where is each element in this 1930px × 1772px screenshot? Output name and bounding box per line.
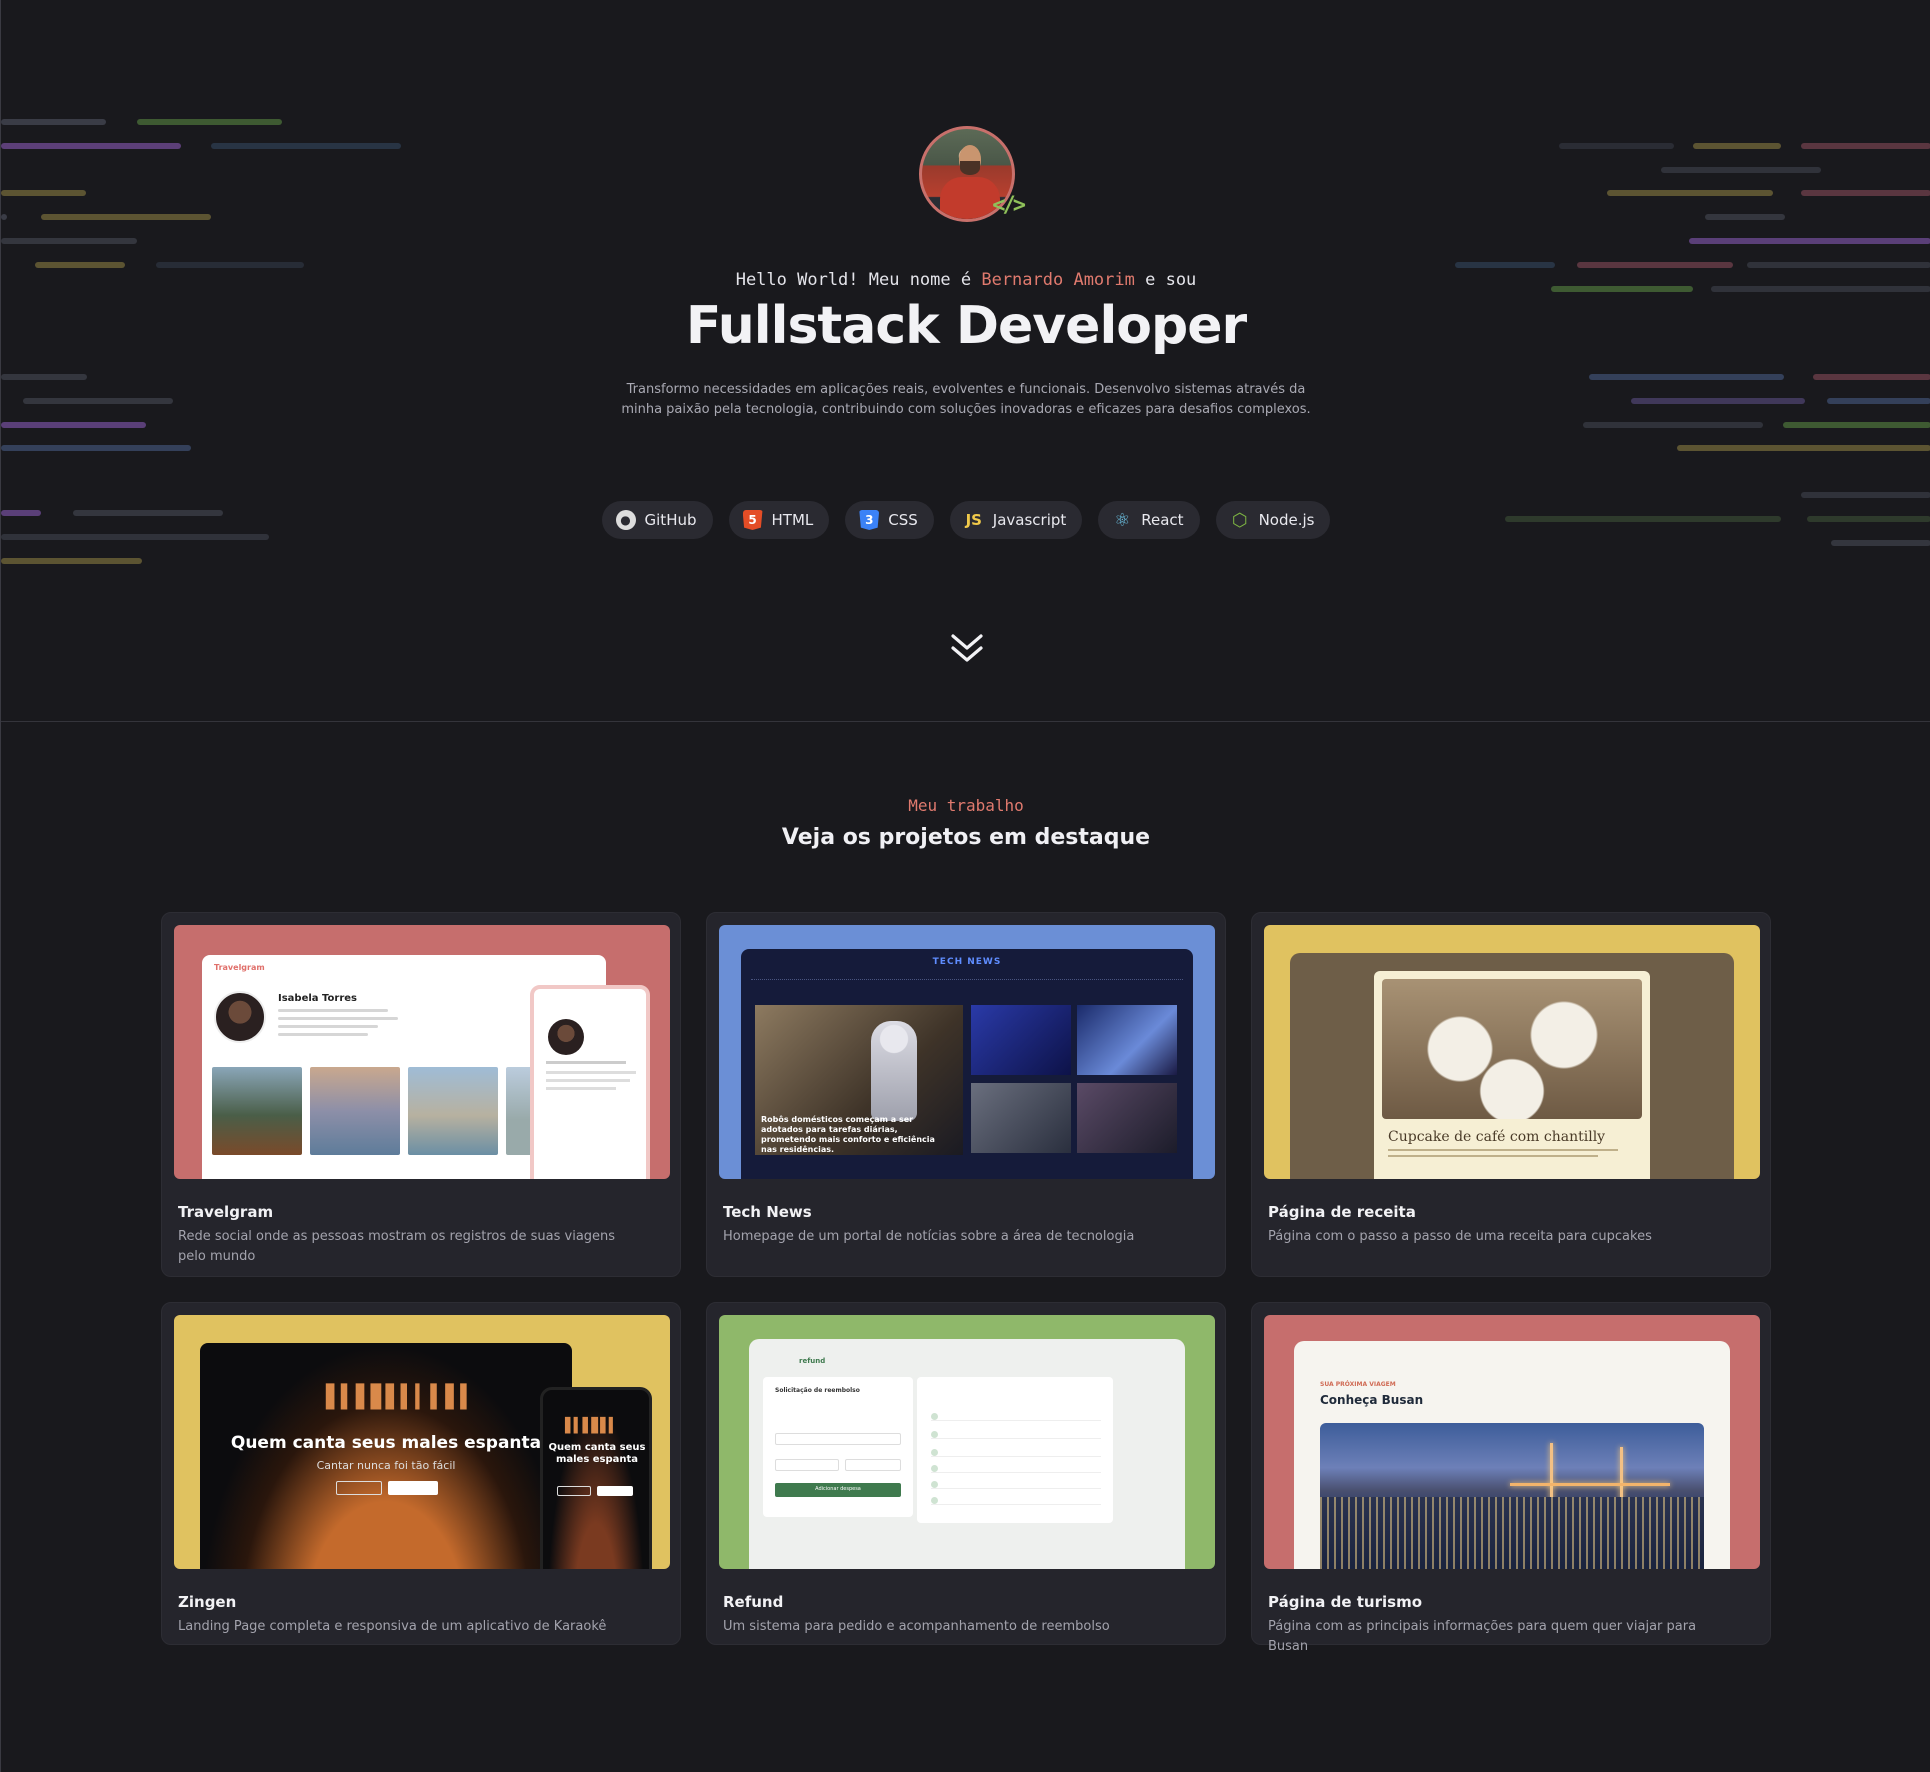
tech-chip-react: ⚛ React (1098, 501, 1200, 539)
project-title: Página de turismo (1268, 1593, 1422, 1611)
project-description: Página com o passo a passo de uma receit… (1268, 1229, 1652, 1244)
github-icon: ● (615, 510, 636, 530)
project-thumbnail: TECH NEWS Robôs domésticos começam a ser… (719, 925, 1215, 1179)
react-icon: ⚛ (1114, 509, 1131, 531)
greeting-prefix: Hello World! Meu nome é (735, 270, 982, 290)
hero-description: Transformo necessidades em aplicações re… (621, 382, 1311, 417)
project-card-tourism[interactable]: SUA PRÓXIMA VIAGEM Conheça Busan Página … (1251, 1302, 1771, 1654)
project-title: Refund (723, 1593, 784, 1611)
thumb-phone-headline: Quem canta seus males espanta (548, 1442, 646, 1465)
thumb-recipe-title: Cupcake de café com chantilly (1388, 1129, 1606, 1145)
project-card-recipe[interactable]: Cupcake de café com chantilly Página de … (1251, 912, 1771, 1277)
tech-label: HTML (771, 511, 814, 529)
tech-chip-github[interactable]: ● GitHub (601, 501, 713, 539)
decorative-code-lines-left (1, 0, 421, 720)
project-thumbnail: ▌▍▌▋▌▍▎▍▌▍ Quem canta seus males espanta… (174, 1315, 670, 1569)
double-chevron-down-icon[interactable] (949, 632, 985, 668)
project-title: Zingen (178, 1593, 237, 1611)
tech-label: React (1141, 511, 1184, 529)
project-title: Tech News (723, 1203, 812, 1221)
projects-grid: Travelgram Isabela Torres Travelgram Red… (161, 912, 1771, 1654)
decorative-code-lines-right (1455, 0, 1930, 720)
project-description: Um sistema para pedido e acompanhamento … (723, 1619, 1110, 1634)
greeting-text: Hello World! Meu nome é Bernardo Amorim … (1, 270, 1930, 290)
javascript-icon: JS (965, 511, 982, 529)
thumb-caption: Robôs domésticos começam a ser adotados … (761, 1115, 935, 1154)
tech-label: GitHub (644, 511, 697, 529)
project-card-zingen[interactable]: ▌▍▌▋▌▍▎▍▌▍ Quem canta seus males espanta… (161, 1302, 681, 1645)
thumb-headline: Quem canta seus males espanta (230, 1433, 542, 1453)
thumb-form-title: Solicitação de reembolso (775, 1387, 860, 1394)
tech-label: CSS (888, 511, 918, 529)
project-description: Landing Page completa e responsiva de um… (178, 1619, 607, 1634)
project-card-refund[interactable]: refund Solicitação de reembolso Adiciona… (706, 1302, 1226, 1645)
developer-name: Bernardo Amorim (981, 270, 1135, 290)
project-description: Rede social onde as pessoas mostram os r… (178, 1229, 616, 1264)
thumb-subheadline: Cantar nunca foi tão fácil (316, 1459, 456, 1472)
thumb-logo: Travelgram (214, 963, 265, 972)
thumb-logo: refund (799, 1357, 826, 1365)
greeting-suffix: e sou (1134, 270, 1197, 290)
profile-avatar: </> (919, 126, 1026, 222)
css3-icon: 3 (859, 510, 880, 530)
projects-eyebrow: Meu trabalho (908, 796, 1024, 815)
tech-chip-css: 3 CSS (845, 501, 934, 539)
tech-stack-list: ● GitHub 5 HTML 3 CSS JS Javascript ⚛ Re… (1, 501, 1930, 539)
tech-chip-nodejs: ⬡ Node.js (1215, 501, 1331, 539)
project-title: Página de receita (1268, 1203, 1416, 1221)
html5-icon: 5 (742, 510, 763, 530)
tech-label: Javascript (992, 511, 1067, 529)
project-title: Travelgram (178, 1203, 274, 1221)
tech-label: Node.js (1258, 511, 1315, 529)
nodejs-icon: ⬡ (1231, 509, 1248, 531)
tech-chip-javascript: JS Javascript (949, 501, 1083, 539)
code-badge-icon: </> (992, 193, 1026, 218)
project-thumbnail: SUA PRÓXIMA VIAGEM Conheça Busan (1264, 1315, 1760, 1569)
tech-chip-html: 5 HTML (728, 501, 830, 539)
project-thumbnail: Travelgram Isabela Torres (174, 925, 670, 1179)
thumb-brand: TECH NEWS (932, 957, 1002, 967)
project-card-tech-news[interactable]: TECH NEWS Robôs domésticos começam a ser… (706, 912, 1226, 1277)
project-description: Página com as principais informações par… (1268, 1619, 1697, 1654)
project-thumbnail: refund Solicitação de reembolso Adiciona… (719, 1315, 1215, 1569)
role-title: Fullstack Developer (685, 296, 1247, 356)
thumb-profile-name: Isabela Torres (278, 993, 357, 1004)
thumb-kicker: SUA PRÓXIMA VIAGEM (1320, 1381, 1396, 1388)
section-divider (1, 721, 1930, 722)
projects-section-title: Veja os projetos em destaque (781, 825, 1151, 850)
hero-section: </> Hello World! Meu nome é Bernardo Amo… (1, 0, 1930, 722)
project-description: Homepage de um portal de notícias sobre … (723, 1229, 1135, 1244)
thumb-title: Conheça Busan (1320, 1393, 1424, 1407)
thumb-button: Adicionar despesa (815, 1486, 861, 1492)
project-card-travelgram[interactable]: Travelgram Isabela Torres Travelgram Red… (161, 912, 681, 1277)
project-thumbnail: Cupcake de café com chantilly (1264, 925, 1760, 1179)
